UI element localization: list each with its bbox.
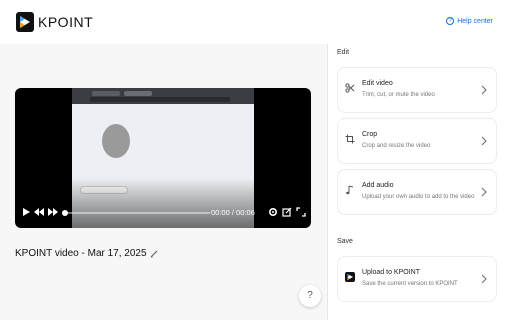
play-icon[interactable] bbox=[21, 207, 31, 217]
chevron-right-icon bbox=[481, 85, 487, 95]
video-player[interactable]: 00:00 / 00:06 bbox=[15, 88, 311, 228]
help-fab-button[interactable]: ? bbox=[299, 285, 321, 307]
open-external-icon[interactable] bbox=[282, 207, 292, 217]
kpoint-logo-icon bbox=[345, 272, 355, 282]
card-title: Add audio bbox=[362, 182, 394, 189]
kpoint-logo-icon bbox=[16, 12, 34, 32]
recorded-tab bbox=[92, 91, 120, 96]
recorded-tab bbox=[124, 91, 152, 96]
chevron-right-icon bbox=[481, 136, 487, 146]
card-subtitle: Crop and resize the video bbox=[362, 143, 431, 149]
recorded-avatar bbox=[102, 124, 130, 158]
recorded-url-bar bbox=[90, 97, 230, 102]
help-center-link[interactable]: ? Help center bbox=[446, 17, 493, 25]
progress-bar[interactable] bbox=[64, 212, 210, 214]
chevron-right-icon bbox=[481, 187, 487, 197]
card-subtitle: Trim, cut, or mute the video bbox=[362, 92, 435, 98]
player-controls: 00:00 / 00:06 bbox=[15, 204, 311, 228]
fast-forward-icon[interactable] bbox=[48, 207, 58, 217]
edit-video-card[interactable]: Edit video Trim, cut, or mute the video bbox=[337, 67, 497, 113]
gear-icon[interactable] bbox=[268, 207, 278, 217]
video-title: KPOINT video - Mar 17, 2025 bbox=[15, 248, 158, 259]
card-title: Edit video bbox=[362, 80, 393, 87]
card-title: Crop bbox=[362, 131, 378, 138]
card-title: Upload to KPOINT bbox=[362, 269, 420, 276]
edit-section-label: Edit bbox=[337, 49, 350, 56]
app-header: KPOINT ? Help center bbox=[0, 0, 512, 44]
card-subtitle: Save the current version to KPOINT bbox=[362, 281, 458, 287]
rewind-icon[interactable] bbox=[34, 207, 44, 217]
video-title-text: KPOINT video - Mar 17, 2025 bbox=[15, 248, 147, 259]
help-center-label: Help center bbox=[457, 17, 493, 25]
fullscreen-icon[interactable] bbox=[296, 207, 306, 217]
crop-card[interactable]: Crop Crop and resize the video bbox=[337, 118, 497, 164]
card-subtitle: Upload your own audio to add to the vide… bbox=[362, 194, 475, 200]
upload-to-kpoint-card[interactable]: Upload to KPOINT Save the current versio… bbox=[337, 256, 497, 302]
progress-handle[interactable] bbox=[62, 210, 68, 216]
chevron-right-icon bbox=[481, 274, 487, 284]
crop-icon bbox=[345, 134, 355, 144]
time-display: 00:00 / 00:06 bbox=[211, 208, 255, 217]
music-note-icon bbox=[346, 185, 354, 195]
scissors-icon bbox=[345, 83, 355, 93]
add-audio-card[interactable]: Add audio Upload your own audio to add t… bbox=[337, 169, 497, 215]
pencil-icon[interactable] bbox=[150, 250, 158, 258]
help-icon: ? bbox=[446, 17, 455, 25]
save-section-label: Save bbox=[337, 238, 353, 245]
brand-name: KPOINT bbox=[38, 14, 94, 30]
panel-divider bbox=[327, 44, 328, 320]
